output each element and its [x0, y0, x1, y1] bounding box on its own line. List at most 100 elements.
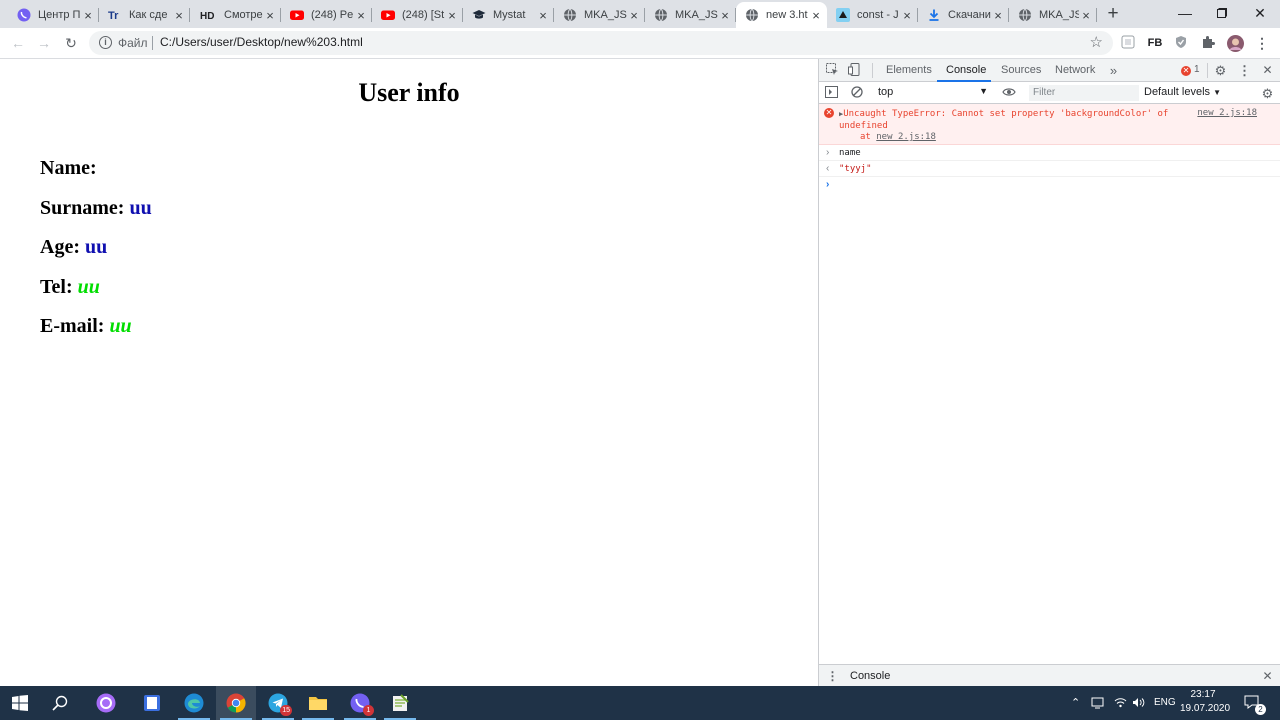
menu-kebab-icon[interactable]: ⋮ — [1254, 35, 1270, 51]
browser-tab[interactable]: Скачани × — [918, 2, 1009, 28]
new-tab-button[interactable]: + — [1103, 4, 1123, 24]
close-drawer-icon[interactable]: ✕ — [1260, 669, 1275, 684]
devtools-tab-console[interactable]: Console — [946, 64, 986, 76]
stack-frame-link[interactable]: new 2.js:18 — [876, 132, 936, 142]
explorer-app[interactable] — [298, 686, 338, 720]
devtools-menu-icon[interactable]: ⋮ — [1237, 63, 1252, 78]
console-settings-gear-icon[interactable]: ⚙ — [1260, 86, 1275, 101]
start-button[interactable] — [0, 686, 40, 720]
clock[interactable]: 23:17 19.07.2020 — [1180, 688, 1230, 716]
back-icon[interactable]: ← — [9, 34, 27, 52]
browser-tab[interactable]: (248) Pe × — [281, 2, 372, 28]
close-tab-icon[interactable]: × — [172, 8, 186, 23]
url-text[interactable]: C:/Users/user/Desktop/new%203.html — [160, 35, 363, 49]
close-tab-icon[interactable]: × — [1079, 8, 1093, 23]
filter-input[interactable]: Filter — [1029, 85, 1139, 101]
device-toolbar-icon[interactable] — [847, 63, 862, 78]
shield-icon[interactable] — [1173, 35, 1189, 51]
chrome-app[interactable] — [216, 686, 256, 720]
edge-app[interactable] — [174, 686, 214, 720]
close-devtools-icon[interactable]: ✕ — [1260, 63, 1275, 78]
profile-avatar[interactable] — [1227, 35, 1244, 52]
devtools-tab-sources[interactable]: Sources — [1001, 64, 1041, 76]
forward-icon[interactable]: → — [35, 34, 53, 52]
tab-title: (248) Pe — [311, 9, 354, 21]
tray-chevron-up-icon[interactable]: ⌃ — [1071, 686, 1080, 720]
close-tab-icon[interactable]: × — [263, 8, 277, 23]
tray-network-adapter-icon[interactable] — [1091, 686, 1104, 720]
tab-strip: Центр П × Tr Как сде × HD Смотре × (248) Pe × (248… — [0, 0, 1280, 28]
close-tab-icon[interactable]: × — [900, 8, 914, 23]
close-tab-icon[interactable]: × — [81, 8, 95, 23]
wifi-icon[interactable] — [1114, 686, 1127, 720]
telegram-app[interactable]: 15 — [258, 686, 298, 720]
search-button[interactable] — [40, 686, 80, 720]
settings-gear-icon[interactable]: ⚙ — [1213, 63, 1228, 78]
sidebar-toggle-icon[interactable] — [824, 86, 839, 101]
close-tab-icon[interactable]: × — [718, 8, 732, 23]
volume-icon[interactable] — [1132, 686, 1145, 720]
browser-tab[interactable]: (248) [St × — [372, 2, 463, 28]
eye-icon[interactable] — [1001, 86, 1016, 101]
browser-tab[interactable]: HD Смотре × — [190, 2, 281, 28]
error-text[interactable]: ▶Uncaught TypeError: Cannot set property… — [839, 108, 1179, 132]
extension-reader-icon[interactable] — [1120, 35, 1136, 51]
maximize-button[interactable] — [1202, 0, 1242, 28]
browser-tab[interactable]: MKA_JS × — [1009, 2, 1097, 28]
search-icon — [52, 695, 68, 711]
levels-dropdown[interactable]: Default levels ▼ — [1144, 86, 1221, 98]
close-tab-icon[interactable]: × — [991, 8, 1005, 23]
info-icon[interactable]: i — [99, 36, 112, 49]
browser-tab[interactable]: Tr Как сде × — [99, 2, 190, 28]
console-prompt[interactable]: › — [819, 177, 1280, 193]
close-tab-icon[interactable]: × — [809, 8, 823, 23]
browser-tab[interactable]: Центр П × — [8, 2, 99, 28]
page-title: User info — [358, 78, 460, 107]
field-row: Age: uu — [40, 236, 107, 259]
browser-tab[interactable]: MKA_JS × — [554, 2, 645, 28]
close-tab-icon[interactable]: × — [354, 8, 368, 23]
close-tab-icon[interactable]: × — [536, 8, 550, 23]
inspect-element-icon[interactable] — [825, 63, 840, 78]
minimize-button[interactable]: — — [1165, 0, 1205, 28]
address-bar[interactable]: i Файл C:/Users/user/Desktop/new%203.htm… — [89, 31, 1113, 55]
bookmark-star-icon[interactable]: ☆ — [1090, 33, 1103, 51]
cortana-app[interactable] — [86, 686, 126, 720]
console-input-line[interactable]: › name — [819, 145, 1280, 161]
browser-tab[interactable]: new 3.ht × — [736, 2, 827, 28]
notification-count-badge: 2 — [1255, 704, 1266, 715]
viber-app[interactable]: 1 — [340, 686, 380, 720]
close-tab-icon[interactable]: × — [445, 8, 459, 23]
error-count-badge[interactable]: ✕ 1 — [1181, 64, 1200, 76]
notes-app[interactable] — [132, 686, 172, 720]
error-icon: ✕ — [824, 108, 834, 118]
devtools-tab-bar: Elements Console Sources Network » ✕ 1 ⚙ ⋮ ✕ — [819, 59, 1280, 82]
input-chevron-icon: › — [826, 147, 830, 158]
browser-tab[interactable]: const - J × — [827, 2, 918, 28]
close-tab-icon[interactable]: × — [627, 8, 641, 23]
reload-icon[interactable]: ↻ — [62, 34, 80, 52]
prompt-chevron-icon: › — [826, 179, 830, 190]
extension-fb-icon[interactable]: FB — [1147, 35, 1163, 51]
devtools-tab-network[interactable]: Network — [1055, 64, 1095, 76]
error-source-link[interactable]: new 2.js:18 — [1197, 108, 1257, 118]
stack-frame: at new 2.js:18 — [860, 132, 936, 142]
chrome-icon — [226, 693, 246, 713]
language-indicator[interactable]: ENG — [1154, 686, 1176, 720]
tab-separator — [1096, 8, 1097, 22]
context-selector[interactable]: top ▼ — [878, 86, 988, 98]
notifications-icon[interactable] — [1244, 686, 1260, 720]
browser-tab[interactable]: Mystat × — [463, 2, 554, 28]
more-tabs-icon[interactable]: » — [1106, 63, 1121, 78]
result-chevron-icon: ‹ — [826, 163, 830, 174]
console-result-line[interactable]: ‹ "tyyj" — [819, 161, 1280, 177]
drawer-menu-icon[interactable]: ⋮ — [825, 669, 840, 684]
extensions-puzzle-icon[interactable] — [1200, 35, 1216, 51]
close-window-button[interactable]: ✕ — [1240, 0, 1280, 28]
browser-tab[interactable]: MKA_JS × — [645, 2, 736, 28]
omnibox-divider — [152, 36, 153, 50]
clear-console-icon[interactable] — [849, 86, 864, 101]
notepadpp-app[interactable] — [380, 686, 420, 720]
drawer-tab-console[interactable]: Console — [850, 670, 890, 682]
devtools-tab-elements[interactable]: Elements — [886, 64, 932, 76]
